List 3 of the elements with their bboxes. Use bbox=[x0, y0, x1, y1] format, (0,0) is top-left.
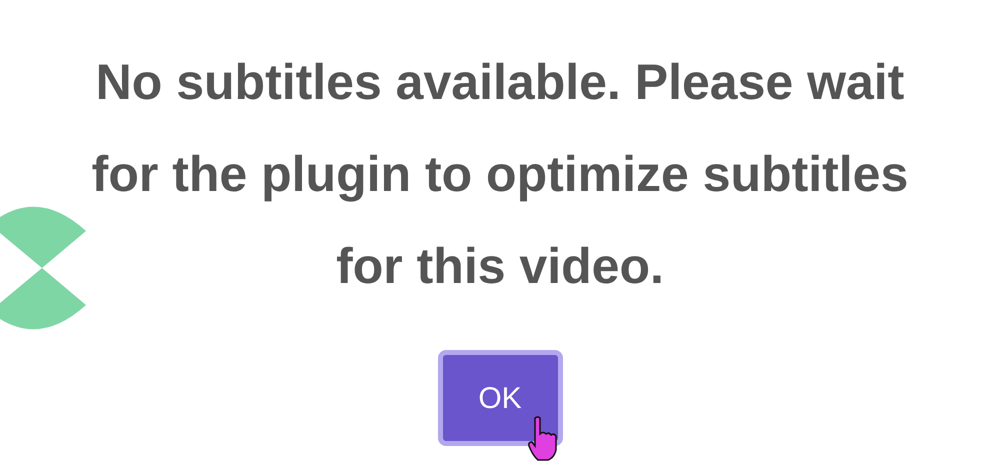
message-text: No subtitles available. Please wait for the plugin to optimize subtitles for this video. bbox=[90, 53, 910, 296]
hand-cursor-icon bbox=[526, 416, 558, 462]
ok-button[interactable]: OK bbox=[438, 350, 562, 446]
